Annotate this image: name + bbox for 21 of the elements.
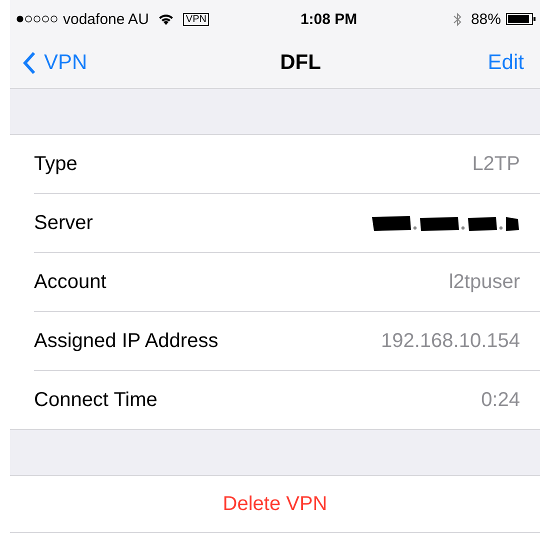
row-label: Type [34, 152, 78, 176]
clock-time: 1:08 PM [300, 10, 358, 28]
row-value: l2tpuser [448, 270, 520, 294]
row-value: 192.168.10.154 [380, 330, 520, 352]
row-label: Assigned IP Address [34, 330, 218, 352]
row-label: Account [34, 270, 106, 294]
wifi-icon [158, 13, 174, 25]
bluetooth-icon [452, 12, 462, 26]
back-button[interactable]: VPN [22, 51, 88, 75]
battery-icon [506, 13, 536, 25]
row-label: Connect Time [34, 388, 158, 412]
battery-percent: 88% [470, 10, 501, 28]
vpn-badge: VPN [182, 12, 210, 26]
edit-button[interactable]: Edit [488, 51, 524, 75]
chevron-icon [22, 51, 36, 75]
carrier-name: vodafone AU [63, 10, 149, 28]
row-value: 0:24 [481, 388, 520, 412]
row-value: L2TP [472, 152, 520, 176]
page-title: DFL [280, 51, 321, 75]
signal-icon [16, 15, 58, 23]
row-label: Server [34, 212, 93, 234]
